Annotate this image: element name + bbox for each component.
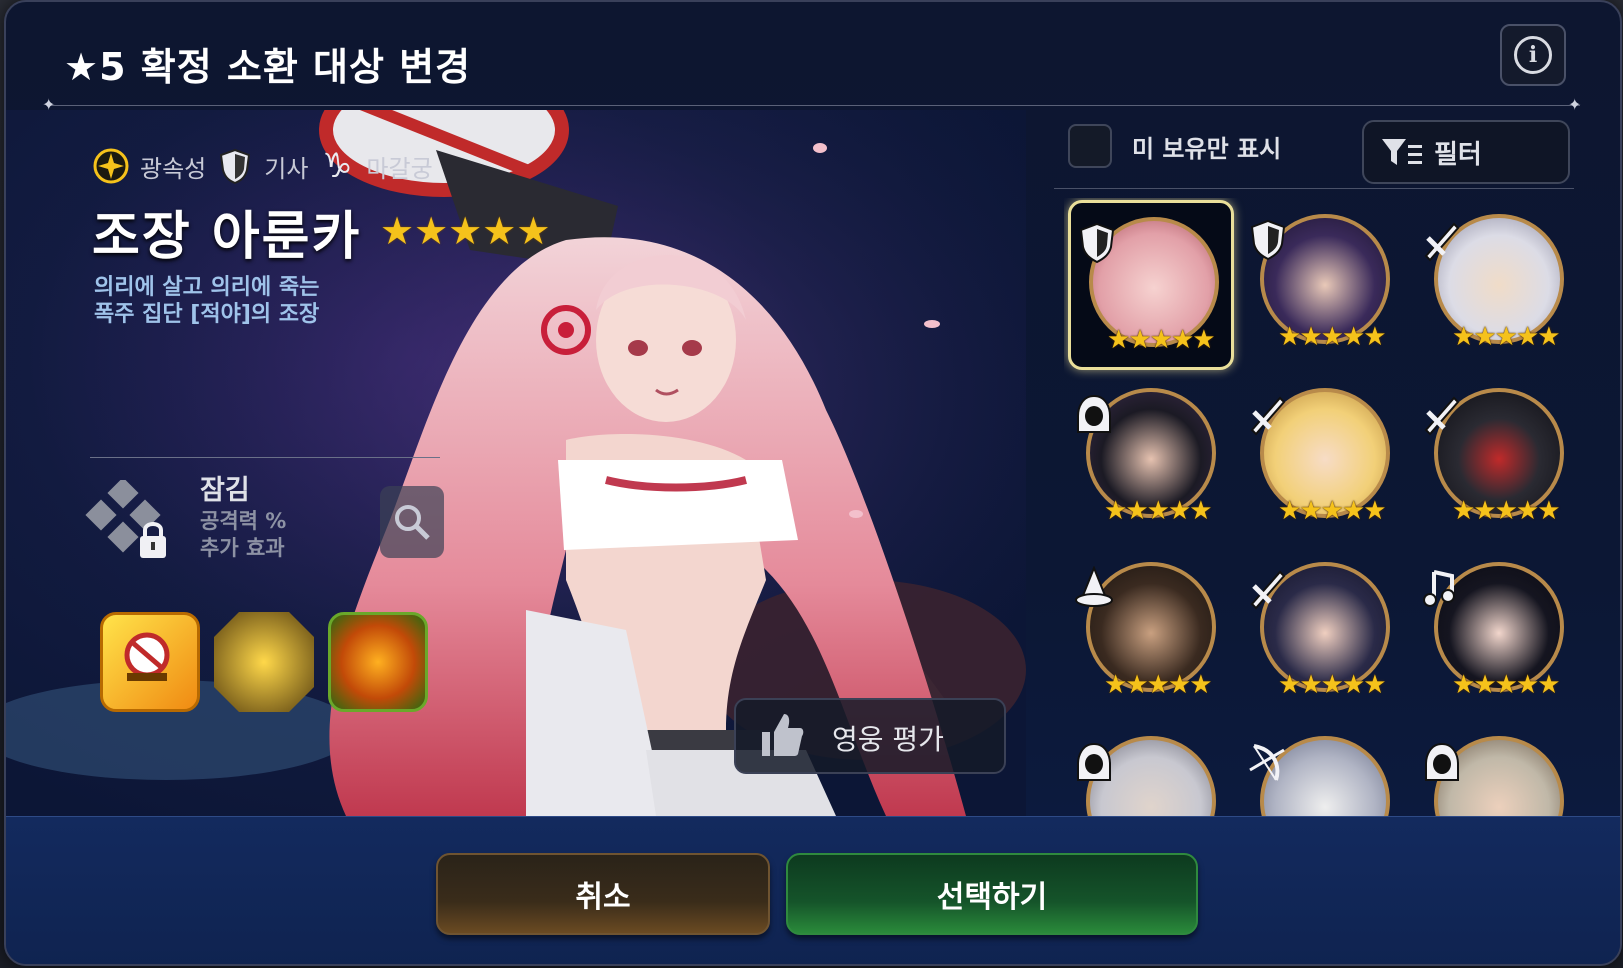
soul-weaver-class-icon	[1423, 570, 1455, 607]
imprint-description: 공격력 % 추가 효과	[200, 508, 286, 562]
hero-rating-button[interactable]: 영웅 평가	[734, 698, 1006, 774]
imprint-divider	[90, 457, 440, 458]
hero-zodiac-label: 마갈궁	[366, 154, 433, 183]
star-icon: ★	[448, 209, 483, 253]
capricorn-zodiac-icon: ♑	[322, 146, 353, 186]
hero-rating-label: 영웅 평가	[832, 723, 944, 756]
unowned-only-label: 미 보유만 표시	[1132, 134, 1282, 163]
hero-star-rating: ★ ★ ★ ★ ★	[1104, 496, 1213, 526]
imprint-title: 잠김	[200, 475, 250, 506]
hero-selection-grid: ★ ★ ★ ★ ★ ★ ★ ★ ★ ★ ★ ★ ★ ★ ★ ★ ★ ★ ★ ★ ★ ★ ★ ★ ★ ★ ★ ★ ★ ★	[1064, 198, 1584, 816]
list-divider	[1054, 188, 1574, 189]
summon-change-modal: ★5 확정 소환 대상 변경 i ✦ ✦ 광속성 기사 ♑ 마갈궁 조장 아룬카…	[4, 0, 1622, 966]
hero-attributes: 광속성 기사 ♑ 마갈궁	[92, 146, 433, 186]
thief-class-icon	[1077, 742, 1111, 781]
hero-list-item[interactable]: ★ ★ ★ ★ ★	[1242, 548, 1402, 712]
skill-list	[100, 612, 428, 712]
unowned-only-toggle[interactable]: 미 보유만 표시	[1068, 124, 1281, 168]
unowned-only-checkbox[interactable]	[1068, 124, 1112, 168]
select-button[interactable]: 선택하기	[786, 853, 1198, 935]
ranger-class-icon	[1249, 744, 1285, 781]
hero-list-item[interactable]: ★ ★ ★ ★ ★	[1416, 548, 1576, 712]
filter-button[interactable]: 필터	[1362, 120, 1570, 184]
hero-list-item[interactable]: ★ ★ ★ ★ ★	[1068, 200, 1234, 370]
info-button[interactable]: i	[1500, 24, 1566, 86]
hero-list-item[interactable]	[1068, 722, 1228, 816]
hero-element-label: 광속성	[140, 154, 207, 183]
hero-class-label: 기사	[264, 154, 309, 183]
hero-list-item[interactable]: ★ ★ ★ ★ ★	[1068, 548, 1228, 712]
hero-list-item[interactable]: ★ ★ ★ ★ ★	[1242, 374, 1402, 538]
hero-description: 의리에 살고 의리에 죽는 폭주 집단 [적야]의 조장	[94, 274, 319, 328]
thumbs-up-icon	[762, 714, 804, 756]
imprint-description-line: 추가 효과	[200, 536, 285, 560]
warrior-class-icon	[1424, 396, 1460, 436]
hero-showcase: 광속성 기사 ♑ 마갈궁 조장 아룬카 ★ ★ ★ ★ ★ 의리에 살고 의리에 죽는 …	[6, 110, 1026, 816]
skill-3-icon[interactable]	[328, 612, 428, 712]
warrior-class-icon	[1250, 396, 1286, 436]
knight-class-icon	[1250, 219, 1286, 261]
warrior-class-icon	[1250, 570, 1286, 610]
knight-class-icon	[216, 147, 254, 185]
thief-class-icon	[1425, 742, 1459, 781]
star-icon: ★	[380, 209, 415, 253]
hero-list-item[interactable]	[1416, 722, 1576, 816]
hero-list-item[interactable]: ★ ★ ★ ★ ★	[1416, 200, 1576, 364]
warrior-class-icon	[1424, 222, 1460, 262]
hero-star-rating: ★ ★ ★ ★ ★	[1278, 496, 1387, 526]
hero-star-rating: ★ ★ ★ ★ ★	[1278, 670, 1387, 700]
hero-list-item[interactable]	[1242, 722, 1402, 816]
imprint-detail-button[interactable]	[380, 486, 444, 558]
filter-icon	[1382, 139, 1422, 165]
filter-label: 필터	[1434, 139, 1482, 170]
sparkle-icon: ✦	[1568, 95, 1582, 114]
hero-star-rating: ★ ★ ★ ★ ★	[380, 212, 550, 250]
thief-class-icon	[1077, 394, 1111, 433]
hero-star-rating: ★ ★ ★ ★ ★	[1452, 670, 1561, 700]
cancel-button[interactable]: 취소	[436, 853, 770, 935]
skill-2-icon[interactable]	[214, 612, 314, 712]
title-divider	[50, 105, 1580, 106]
search-icon	[395, 505, 430, 540]
imprint-lock-icon	[82, 477, 178, 568]
star-icon: ★	[482, 209, 517, 253]
info-icon: i	[1514, 36, 1552, 74]
hero-list-item[interactable]: ★ ★ ★ ★ ★	[1242, 200, 1402, 364]
light-element-icon	[92, 147, 130, 185]
star-icon: ★	[414, 209, 449, 253]
knight-class-icon	[1079, 222, 1115, 264]
star-icon: ★	[516, 209, 551, 253]
imprint-description-line: 공격력 %	[200, 509, 287, 533]
hero-star-rating: ★ ★ ★ ★ ★	[1104, 670, 1213, 700]
hero-description-line: 폭주 집단 [적야]의 조장	[94, 302, 320, 327]
hero-list-item[interactable]: ★ ★ ★ ★ ★	[1068, 374, 1228, 538]
hero-star-rating: ★ ★ ★ ★ ★	[1107, 325, 1216, 355]
hero-name: 조장 아룬카	[92, 207, 362, 267]
hero-star-rating: ★ ★ ★ ★ ★	[1452, 322, 1561, 352]
hero-star-rating: ★ ★ ★ ★ ★	[1452, 496, 1561, 526]
hero-description-line: 의리에 살고 의리에 죽는	[94, 275, 320, 300]
modal-title: ★5 확정 소환 대상 변경	[64, 45, 472, 89]
action-bar: 취소 선택하기	[6, 816, 1620, 964]
hero-list-item[interactable]: ★ ★ ★ ★ ★	[1416, 374, 1576, 538]
mage-class-icon	[1075, 566, 1113, 607]
skill-1-icon[interactable]	[100, 612, 200, 712]
hero-star-rating: ★ ★ ★ ★ ★	[1278, 322, 1387, 352]
